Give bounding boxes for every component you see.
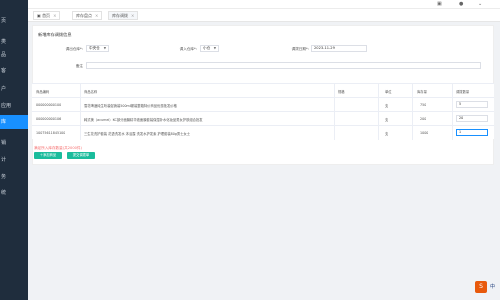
sidebar-item-sales[interactable]: 销 (0, 136, 28, 150)
remark-input[interactable] (86, 62, 481, 69)
chevron-down-icon[interactable]: ⌄ (478, 0, 482, 8)
cell-stock: 1000 (420, 131, 429, 135)
tab-home[interactable]: ▣ 首页 × (33, 11, 61, 20)
out-warehouse-select[interactable]: 中央仓 ▼ (86, 45, 109, 52)
table-row: 000000000100 雪花啤酒纯生听装促销装500ml罐装整箱特价商品优惠批… (32, 97, 494, 111)
cell-code: 000000000106 (36, 117, 62, 121)
qty-input[interactable]: 5 (456, 101, 488, 108)
tab-transfer[interactable]: 库存调拨 × (108, 11, 139, 20)
cell-name: 三生花洗护套装 花语洗发水 沐浴露 洗发水护发素 护理套装80g男士女士 (84, 132, 191, 136)
sidebar-item-product[interactable]: 品 (0, 48, 28, 62)
sidebar: 页 类 品 客 户 应用 库 销 计 务 统 (0, 0, 28, 300)
in-warehouse-label: 调入仓库*: (179, 47, 197, 51)
top-bar: ▣ ● ⌄ (28, 0, 500, 9)
cell-stock: 200 (420, 117, 427, 121)
cell-unit: 支 (385, 104, 389, 108)
qty-input[interactable]: 1 (456, 129, 488, 136)
column-header-spec: 规格 (338, 90, 345, 94)
cell-code: 000000000100 (36, 103, 62, 107)
table-row: 10075611845100 三生花洗护套装 花语洗发水 沐浴露 洗发水护发素 … (32, 125, 494, 139)
cell-unit: 支 (385, 118, 389, 122)
sidebar-item-finance[interactable]: 计 (0, 153, 28, 167)
cell-name: 韩式美（acumei）KC部分面膜精华液面膜套装保湿补水化妆品男女护肤组合批发 (84, 118, 203, 122)
close-icon[interactable]: × (53, 13, 56, 18)
cell-code: 10075611845100 (36, 131, 66, 135)
column-header-unit: 单位 (385, 90, 392, 94)
tab-label: 库存调拨 (112, 13, 128, 18)
submit-transfer-button[interactable]: 提交调拨单 (67, 152, 95, 159)
in-warehouse-value: 小仓 (203, 46, 211, 50)
out-warehouse-value: 中央仓 (89, 46, 100, 50)
add-product-button[interactable]: ＋添加商品 (34, 152, 62, 159)
in-warehouse-select[interactable]: 小仓 ▼ (200, 45, 219, 52)
tab-stocktake[interactable]: 库存盘点 × (72, 11, 103, 20)
stock-warning-text: 满足所入库存数量(共2000件) (34, 146, 82, 150)
column-header-qty: 调拨数量 (456, 90, 470, 94)
form-title: 新增库存调拨信息 (38, 32, 72, 37)
qty-input[interactable]: 20 (456, 115, 488, 122)
sidebar-item-account[interactable]: 户 (0, 82, 28, 96)
tab-label: 首页 (42, 13, 51, 18)
monitor-icon[interactable]: ▣ (437, 0, 442, 8)
transfer-date-input[interactable]: 2023-11-29 (311, 45, 367, 52)
out-warehouse-label: 调出仓库*: (65, 47, 83, 51)
chevron-down-icon: ▼ (213, 46, 216, 50)
close-icon[interactable]: × (131, 13, 134, 18)
column-header-stock: 库存量 (417, 90, 427, 94)
chevron-down-icon: ▼ (103, 46, 106, 50)
ime-mode-text[interactable]: 中 (490, 283, 495, 290)
cell-stock: 750 (420, 103, 427, 107)
cell-unit: 支 (385, 132, 389, 136)
tab-bar: ▣ 首页 × 库存盘点 × 库存调拨 × (28, 9, 500, 22)
column-header-code: 商品编码 (36, 90, 50, 94)
ime-badge-icon[interactable]: S (475, 281, 487, 293)
sidebar-item-inventory[interactable]: 库 (0, 115, 28, 129)
user-icon[interactable]: ● (459, 0, 463, 8)
sidebar-item-customer[interactable]: 客 (0, 64, 28, 78)
sidebar-item-service[interactable]: 务 (0, 170, 28, 184)
monitor-icon: ▣ (37, 13, 41, 18)
sidebar-item-apply[interactable]: 应用 (0, 99, 28, 113)
sidebar-item-stats[interactable]: 统 (0, 186, 28, 200)
tab-label: 库存盘点 (76, 13, 92, 18)
close-icon[interactable]: × (95, 13, 98, 18)
sidebar-item-category[interactable]: 类 (0, 35, 28, 49)
transfer-date-label: 调拨日期*: (291, 47, 309, 51)
sidebar-item-home[interactable]: 页 (0, 14, 28, 28)
column-header-name: 商品名称 (84, 90, 98, 94)
cell-name: 雪花啤酒纯生听装促销装500ml罐装整箱特价商品优惠批发价格 (84, 104, 177, 108)
remark-label: 备注 (75, 64, 83, 68)
table-row: 000000000106 韩式美（acumei）KC部分面膜精华液面膜套装保湿补… (32, 111, 494, 125)
transfer-items-table: 商品编码 商品名称 规格 单位 库存量 调拨数量 000000000100 雪花… (32, 83, 494, 140)
